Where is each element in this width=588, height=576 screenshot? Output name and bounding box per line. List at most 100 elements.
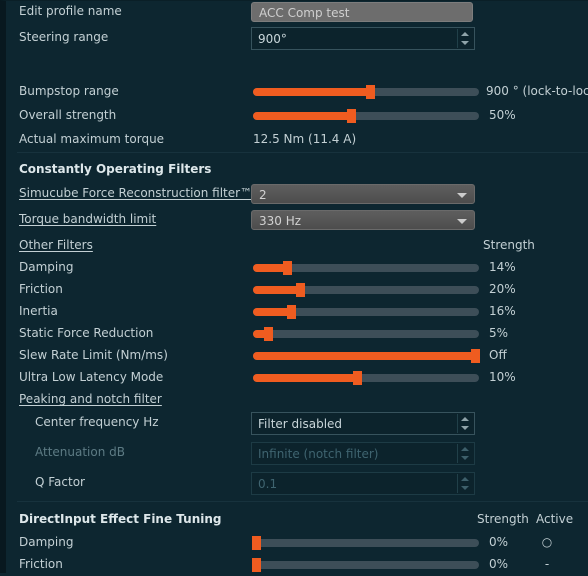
filter-ultra-low-latency-label: Ultra Low Latency Mode	[19, 370, 164, 384]
q-factor-stepper	[457, 474, 472, 493]
center-frequency-spinbox[interactable]: Filter disabled	[251, 412, 475, 435]
row-filter-damping: Damping 14%	[12, 257, 588, 279]
profile-name-input[interactable]: ACC Comp test	[251, 2, 473, 22]
filter-ultra-low-latency-slider[interactable]	[253, 371, 479, 385]
steering-range-label: Steering range	[19, 30, 109, 44]
slider-handle[interactable]	[471, 349, 480, 363]
divider-bottom	[17, 501, 588, 502]
overall-strength-label: Overall strength	[19, 108, 117, 122]
row-bumpstop-range: Bumpstop range 900 ° (lock-to-lock)	[12, 81, 588, 103]
force-reconstruction-dropdown[interactable]: 2	[251, 184, 475, 204]
slider-handle[interactable]	[296, 283, 305, 297]
q-factor-value: 0.1	[258, 477, 278, 491]
slider-fill	[253, 264, 287, 272]
slider-handle[interactable]	[347, 109, 356, 123]
constant-filters-section-title: Constantly Operating Filters	[19, 162, 212, 176]
filter-slew-rate-limit-slider[interactable]	[253, 349, 480, 363]
other-filters-label[interactable]: Other Filters	[19, 238, 93, 252]
slider-fill	[253, 352, 475, 360]
filter-inertia-value: 16%	[489, 304, 516, 318]
actual-maximum-torque-label: Actual maximum torque	[19, 132, 165, 146]
slider-handle[interactable]	[366, 85, 375, 99]
q-factor-label: Q Factor	[35, 475, 85, 489]
row-filter-static-force-reduction: Static Force Reduction 5%	[12, 323, 588, 345]
chevron-down-icon[interactable]	[461, 426, 469, 430]
filter-damping-slider[interactable]	[253, 261, 479, 275]
row-di-damping: Damping 0% ○	[12, 532, 588, 554]
row-edit-profile-name: Edit profile name ACC Comp test	[12, 1, 588, 23]
divider-top	[17, 152, 588, 153]
torque-bandwidth-dropdown[interactable]: 330 Hz	[251, 210, 475, 230]
slider-handle[interactable]	[283, 261, 292, 275]
overall-strength-slider[interactable]	[253, 109, 479, 123]
row-force-reconstruction: Simucube Force Reconstruction filter™ 2	[12, 183, 588, 205]
di-friction-slider[interactable]	[252, 558, 479, 572]
filter-inertia-slider[interactable]	[253, 305, 479, 319]
filter-friction-value: 20%	[489, 282, 516, 296]
row-overall-strength: Overall strength 50%	[12, 105, 588, 127]
di-friction-active-indicator: -	[544, 557, 550, 571]
peaking-notch-filter-label[interactable]: Peaking and notch filter	[19, 392, 162, 406]
q-factor-spinbox: 0.1	[251, 472, 475, 495]
attenuation-db-stepper	[457, 444, 472, 463]
torque-bandwidth-label[interactable]: Torque bandwidth limit	[19, 212, 156, 226]
steering-range-spinbox[interactable]: 900°	[251, 27, 475, 50]
row-constant-filters-header: Constantly Operating Filters	[12, 159, 588, 181]
chevron-down-icon	[461, 456, 469, 460]
filter-slew-rate-limit-value: Off	[489, 348, 507, 362]
chevron-up-icon	[461, 447, 469, 451]
chevron-down-icon	[461, 486, 469, 490]
directinput-section-title: DirectInput Effect Fine Tuning	[19, 512, 222, 526]
filter-slew-rate-limit-label: Slew Rate Limit (Nm/ms)	[19, 348, 168, 362]
di-friction-value: 0%	[489, 557, 509, 571]
row-other-filters-header: Other Filters Strength	[12, 235, 588, 257]
slider-fill	[253, 374, 357, 382]
slider-handle[interactable]	[287, 305, 296, 319]
row-center-frequency: Center frequency Hz Filter disabled	[12, 412, 588, 435]
di-damping-label: Damping	[19, 535, 74, 549]
bumpstop-range-slider[interactable]	[253, 85, 479, 99]
row-filter-ultra-low-latency: Ultra Low Latency Mode 10%	[12, 367, 588, 389]
torque-bandwidth-value: 330 Hz	[259, 214, 302, 228]
filter-static-force-reduction-slider[interactable]	[253, 327, 479, 341]
slider-handle[interactable]	[353, 371, 362, 385]
edit-profile-name-label: Edit profile name	[19, 4, 122, 18]
chevron-down-icon[interactable]	[457, 219, 467, 224]
bumpstop-range-label: Bumpstop range	[19, 84, 119, 98]
filter-damping-value: 14%	[489, 260, 516, 274]
overall-strength-value: 50%	[489, 108, 516, 122]
filter-damping-label: Damping	[19, 260, 74, 274]
row-peaking-notch-header: Peaking and notch filter	[12, 389, 588, 411]
steering-range-stepper[interactable]	[457, 29, 472, 48]
force-reconstruction-value: 2	[259, 188, 267, 202]
simucube-tuning-window: Edit profile name ACC Comp test Steering…	[0, 0, 588, 573]
di-damping-value: 0%	[489, 535, 509, 549]
attenuation-db-label: Attenuation dB	[35, 445, 126, 459]
chevron-up-icon[interactable]	[461, 32, 469, 36]
chevron-up-icon[interactable]	[461, 417, 469, 421]
chevron-down-icon[interactable]	[457, 193, 467, 198]
steering-range-value: 900°	[258, 32, 287, 46]
di-strength-column-header: Strength	[477, 512, 529, 526]
chevron-down-icon[interactable]	[461, 41, 469, 45]
filter-inertia-label: Inertia	[19, 304, 58, 318]
di-damping-slider[interactable]	[252, 536, 479, 550]
filter-friction-label: Friction	[19, 282, 63, 296]
di-damping-active-indicator: ○	[541, 535, 553, 549]
row-filter-friction: Friction 20%	[12, 279, 588, 301]
slider-handle[interactable]	[252, 558, 261, 572]
slider-handle[interactable]	[264, 327, 273, 341]
attenuation-db-value: Infinite (notch filter)	[258, 447, 379, 461]
slider-fill	[253, 112, 351, 120]
slider-handle[interactable]	[252, 536, 261, 550]
attenuation-db-spinbox: Infinite (notch filter)	[251, 442, 475, 465]
bumpstop-range-value: 900 ° (lock-to-lock)	[486, 84, 588, 98]
filter-friction-slider[interactable]	[253, 283, 479, 297]
di-friction-label: Friction	[19, 557, 63, 571]
force-reconstruction-label[interactable]: Simucube Force Reconstruction filter™	[19, 186, 252, 200]
row-steering-range: Steering range 900°	[12, 27, 588, 50]
row-actual-maximum-torque: Actual maximum torque 12.5 Nm (11.4 A)	[12, 129, 588, 151]
slider-track	[253, 561, 479, 569]
center-frequency-stepper[interactable]	[457, 414, 472, 433]
row-attenuation-db: Attenuation dB Infinite (notch filter)	[12, 442, 588, 465]
